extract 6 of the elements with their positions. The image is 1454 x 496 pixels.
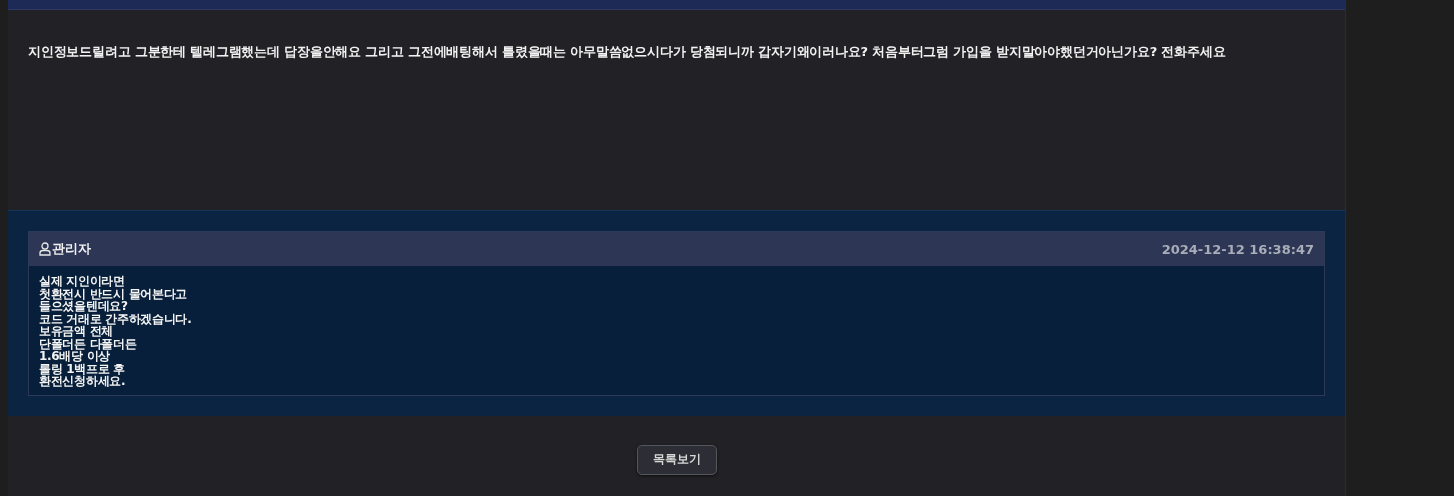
list-button[interactable]: 목록보기 (636, 444, 717, 475)
comment-date: 2024-12-12 16:38:47 (1161, 241, 1314, 257)
comment-author: 관리자 (52, 240, 91, 258)
user-icon (39, 242, 51, 256)
post-body: 지인정보드릴려고 그분한테 텔레그램했는데 답장을안해요 그리고 그전에배팅해서 틀렸을때는 아무말씀없으시다가 당첨되니까 갑자기왜이러나요? 처음부터그럼 가입을 받지말아야했던거아닌가요? 전화주세요 (27, 43, 1227, 61)
comment-text: 실제 지인이라면 첫환전시 반드시 물어본다고 들으셨을텐데요? 코드 거래로 간주하겠습니다. 보유금액 전체 단폴더든 다폴더든 1.6배당 이상 롤링 1백프로 후 환전신청하세요. (38, 273, 193, 390)
